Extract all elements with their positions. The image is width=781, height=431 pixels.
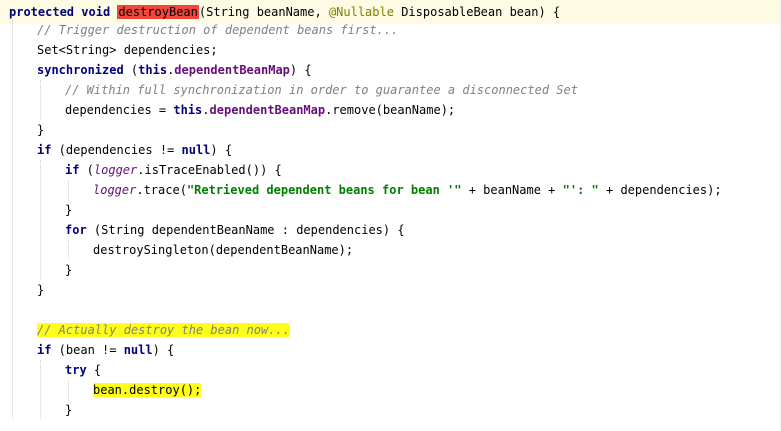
code-line[interactable]: }: [0, 400, 781, 420]
code-token: @Nullable: [328, 5, 394, 19]
code-token: + dependencies);: [598, 183, 722, 197]
code-line[interactable]: destroySingleton(dependentBeanName);: [0, 240, 781, 260]
code-token: for: [65, 223, 87, 237]
code-token: (: [123, 63, 139, 77]
code-token: if: [37, 143, 52, 157]
code-line[interactable]: Set<String> dependencies;: [0, 40, 781, 60]
code-token: }: [65, 403, 73, 417]
code-line-content: dependencies = this.dependentBeanMap.rem…: [65, 100, 455, 120]
code-line[interactable]: }: [0, 200, 781, 220]
code-token: }: [65, 263, 73, 277]
code-line[interactable]: if (bean != null) {: [0, 340, 781, 360]
code-line-content: for (String dependentBeanName : dependen…: [65, 220, 405, 240]
code-line[interactable]: // Actually destroy the bean now...: [0, 320, 781, 340]
code-token: destroySingleton(dependentBeanName);: [93, 243, 354, 257]
highlighted-code: bean.destroy();: [93, 383, 202, 397]
code-token: if: [37, 343, 52, 357]
code-line-content: }: [37, 280, 44, 300]
code-token: protected: [9, 5, 75, 19]
code-token: logger: [93, 183, 137, 197]
code-line-content: if (bean != null) {: [37, 340, 174, 360]
code-token: (String dependentBeanName : dependencies…: [86, 223, 405, 237]
code-line[interactable]: // Trigger destruction of dependent bean…: [0, 20, 781, 40]
code-line-content: }: [65, 400, 72, 420]
code-line-content: if (logger.isTraceEnabled()) {: [65, 160, 282, 180]
code-line-content: }: [37, 120, 44, 140]
code-token: null: [123, 343, 153, 357]
code-token: this: [173, 103, 203, 117]
code-token: {: [86, 363, 102, 377]
code-token: ) {: [152, 343, 175, 357]
code-token: // Within full synchronization in order …: [65, 83, 578, 97]
code-line-content: }: [65, 200, 72, 220]
code-line-content: // Within full synchronization in order …: [65, 80, 578, 100]
code-token: ) {: [210, 143, 233, 157]
code-token: (dependencies !=: [51, 143, 182, 157]
code-token: }: [37, 123, 45, 137]
code-line[interactable]: }: [0, 280, 781, 300]
code-line-content: logger.trace("Retrieved dependent beans …: [93, 180, 722, 200]
code-token: .: [202, 103, 210, 117]
method-name-selected: destroyBean: [117, 5, 199, 19]
code-line[interactable]: [0, 300, 781, 320]
code-line-content: synchronized (this.dependentBeanMap) {: [37, 60, 312, 80]
code-token: + beanName +: [461, 183, 563, 197]
indent-guide: [40, 80, 41, 120]
code-token: dependentBeanMap: [209, 103, 326, 117]
code-line-content: // Trigger destruction of dependent bean…: [37, 20, 398, 40]
code-token: (bean !=: [51, 343, 124, 357]
code-line-content: destroySingleton(dependentBeanName);: [93, 240, 353, 260]
indent-guide: [40, 160, 41, 280]
code-token: "Retrieved dependent beans for bean '": [186, 183, 462, 197]
code-token: }: [65, 203, 73, 217]
code-token: .remove(beanName);: [325, 103, 456, 117]
code-line[interactable]: for (String dependentBeanName : dependen…: [0, 220, 781, 240]
code-token: this: [138, 63, 168, 77]
indent-guide: [12, 20, 13, 420]
highlighted-code: // Actually destroy the bean now...: [37, 323, 290, 337]
code-line-content: bean.destroy();: [93, 380, 202, 400]
code-line[interactable]: if (logger.isTraceEnabled()) {: [0, 160, 781, 180]
code-token: DisposableBean bean) {: [393, 5, 561, 19]
indent-guide: [68, 240, 69, 260]
code-line[interactable]: try {: [0, 360, 781, 380]
code-line-content: }: [65, 260, 72, 280]
indent-guide: [68, 380, 69, 400]
code-token: .trace(: [136, 183, 187, 197]
code-token: void: [81, 5, 111, 19]
code-line[interactable]: bean.destroy();: [0, 380, 781, 400]
code-line[interactable]: }: [0, 260, 781, 280]
code-line-content: try {: [65, 360, 101, 380]
code-line[interactable]: dependencies = this.dependentBeanMap.rem…: [0, 100, 781, 120]
code-token: // Trigger destruction of dependent bean…: [37, 23, 399, 37]
code-token: .isTraceEnabled()) {: [137, 163, 282, 177]
code-line[interactable]: logger.trace("Retrieved dependent beans …: [0, 180, 781, 200]
code-token: ) {: [289, 63, 312, 77]
code-token: synchronized: [37, 63, 124, 77]
code-token: (: [79, 163, 94, 177]
code-line-content: // Actually destroy the bean now...: [37, 320, 290, 340]
code-token: "': ": [562, 183, 599, 197]
code-token: dependentBeanMap: [174, 63, 290, 77]
code-token: try: [65, 363, 87, 377]
code-line[interactable]: if (dependencies != null) {: [0, 140, 781, 160]
code-token: (String beanName,: [198, 5, 329, 19]
code-line-content: Set<String> dependencies;: [37, 40, 218, 60]
code-line[interactable]: }: [0, 120, 781, 140]
indent-guide: [68, 180, 69, 200]
indent-guide: [40, 360, 41, 420]
code-editor[interactable]: protected void destroyBean(String beanNa…: [0, 0, 781, 431]
code-token: Set<String> dependencies;: [37, 43, 218, 57]
code-token: }: [37, 283, 45, 297]
code-line-content: if (dependencies != null) {: [37, 140, 232, 160]
code-line[interactable]: // Within full synchronization in order …: [0, 80, 781, 100]
code-token: dependencies =: [65, 103, 174, 117]
code-token: null: [181, 143, 211, 157]
code-line[interactable]: synchronized (this.dependentBeanMap) {: [0, 60, 781, 80]
code-token: if: [65, 163, 80, 177]
code-token: logger: [93, 163, 138, 177]
